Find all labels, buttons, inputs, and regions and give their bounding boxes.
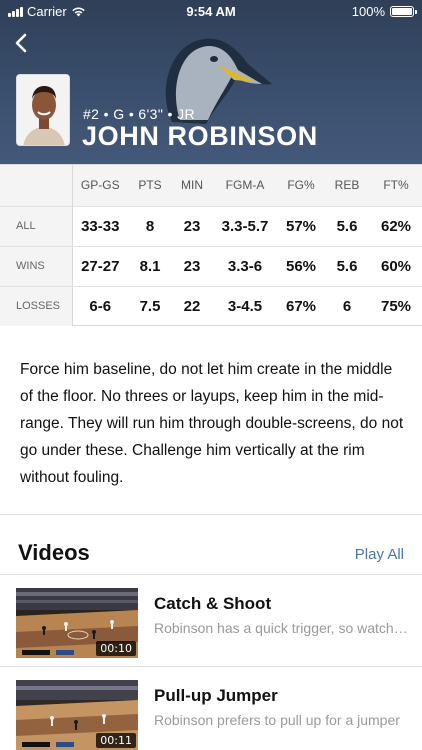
battery-percent: 100% <box>351 4 385 19</box>
scouting-note: Force him baseline, do not let him creat… <box>20 361 404 486</box>
chevron-left-icon <box>15 33 27 53</box>
player-meta: #2 • G • 6'3" • JR <box>83 106 196 122</box>
row-label: LOSSES <box>0 286 73 326</box>
table-row: ALL 33-33 8 23 3.3-5.7 57% 5.6 62% <box>0 206 422 247</box>
stat-cell: 56% <box>278 246 324 287</box>
stats-header-row: GP-GS PTS MIN FGM-A FG% REB FT% <box>0 165 422 207</box>
player-name: JOHN ROBINSON <box>82 121 318 151</box>
stat-cell: 5.6 <box>324 246 370 287</box>
stat-cell: 6 <box>342 297 352 315</box>
stat-cell: 22 <box>183 297 201 315</box>
stats-table: GP-GS PTS MIN FGM-A FG% REB FT% ALL 33-3… <box>0 164 422 326</box>
stat-cell: 8.1 <box>128 246 172 287</box>
column-header: PTS <box>128 165 172 207</box>
column-header: REB <box>324 165 370 207</box>
list-item[interactable]: 00:10 Catch & Shoot Robinson has a quick… <box>0 576 422 666</box>
video-thumbnail: 00:10 <box>16 588 138 658</box>
row-label: ALL <box>0 206 73 247</box>
table-row: WINS 27-27 8.1 23 3.3-6 56% 5.6 60% <box>0 246 422 287</box>
list-divider <box>0 666 422 667</box>
section-divider <box>0 514 422 515</box>
column-header: MIN <box>172 165 212 207</box>
play-all-button[interactable]: Play All <box>355 546 404 563</box>
video-title: Catch & Shoot <box>154 594 272 613</box>
column-header: FT% <box>370 165 422 207</box>
stat-cell: 8 <box>128 206 172 247</box>
video-duration: 00:11 <box>96 733 136 748</box>
table-row: LOSSES 6-6 7.5 22 3-4.5 67% 6 75% <box>0 286 422 326</box>
stat-cell: 33-33 <box>72 206 128 247</box>
stat-cell: 57% <box>278 206 324 247</box>
stat-cell: 27-27 <box>72 246 128 287</box>
status-bar: Carrier 9:54 AM 100% <box>0 0 422 22</box>
back-button[interactable] <box>8 28 36 58</box>
video-title: Pull-up Jumper <box>154 686 278 705</box>
video-description: Robinson has a quick trigger, so watch h… <box>154 620 410 636</box>
list-item[interactable]: 00:11 Pull-up Jumper Robinson prefers to… <box>0 668 422 750</box>
stat-cell: 5.6 <box>324 206 370 247</box>
row-label: WINS <box>0 246 73 287</box>
stat-cell: 23 <box>172 206 212 247</box>
player-photo-icon <box>17 75 69 145</box>
stat-cell: 67% <box>285 297 317 315</box>
video-thumbnail: 00:11 <box>16 680 138 750</box>
column-header: FG% <box>278 165 324 207</box>
video-duration: 00:10 <box>96 641 136 656</box>
stat-cell: 7.5 <box>139 297 161 315</box>
stat-cell: 60% <box>370 246 422 287</box>
battery-icon <box>390 6 417 17</box>
stat-cell: 75% <box>380 297 412 315</box>
video-description: Robinson prefers to pull up for a jumper <box>154 712 400 728</box>
player-header: Carrier 9:54 AM 100% #2 • G • 6'3" • JR … <box>0 0 422 164</box>
stat-cell: 6-6 <box>89 297 112 315</box>
column-header: FGM-A <box>212 165 278 207</box>
stat-cell: 23 <box>172 246 212 287</box>
stat-cell: 3.3-6 <box>212 246 278 287</box>
stat-cell: 3-4.5 <box>227 297 263 315</box>
list-divider <box>0 574 422 575</box>
stat-cell: 3.3-5.7 <box>212 206 278 247</box>
stat-cell: 62% <box>370 206 422 247</box>
column-header: GP-GS <box>72 165 128 207</box>
avatar <box>16 74 70 146</box>
status-right: 100% <box>351 4 417 19</box>
stats-corner <box>0 165 73 207</box>
videos-section-title: Videos <box>18 540 90 565</box>
